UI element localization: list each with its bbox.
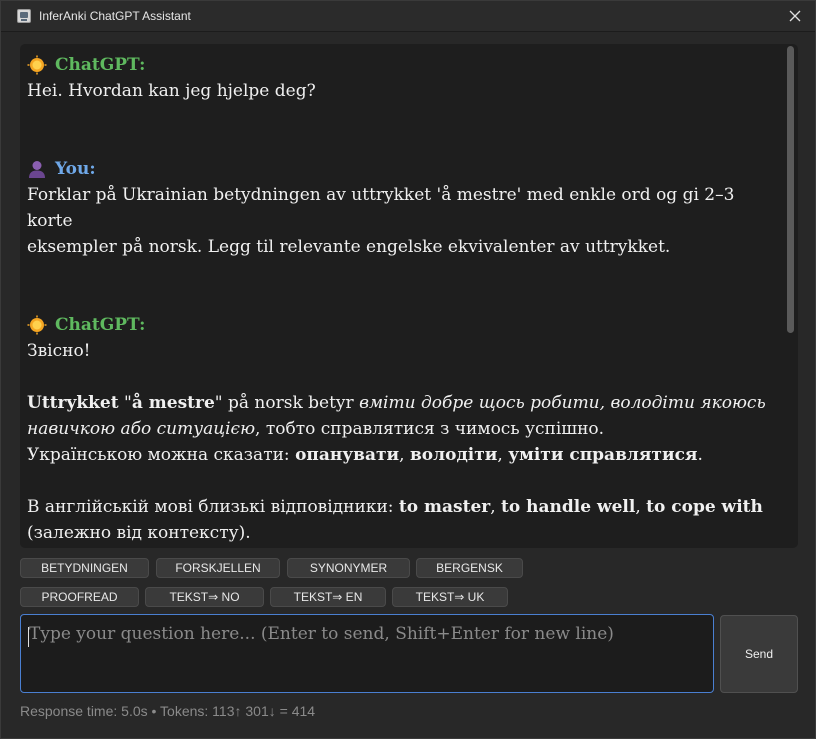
bold-text: Uttrykket [27, 393, 119, 413]
text: , [497, 445, 509, 465]
bold-text: to master [398, 497, 491, 517]
quick-button-betydningen[interactable]: BETYDNINGEN [20, 558, 149, 578]
chat-history[interactable]: ChatGPT: Hei. Hvordan kan jeg hjelpe deg… [20, 44, 798, 548]
bot-reply-intro: Звісно! [27, 341, 91, 361]
bot-name: ChatGPT: [55, 315, 146, 335]
bot-reply-paragraph: Uttrykket "å mestre" på norsk betyr вміт… [27, 390, 777, 416]
bot-reply-paragraph: Українською можна сказати: опанувати, во… [27, 442, 777, 468]
assistant-window: InferAnki ChatGPT Assistant ChatGPT: Hei… [0, 0, 816, 739]
bold-text: to handle well [501, 497, 636, 517]
user-name: You: [55, 159, 96, 179]
bot-sender-label: ChatGPT: [27, 52, 777, 78]
italic-text: навичкою або ситуацією [27, 419, 256, 439]
quick-button-bergensk[interactable]: BERGENSK [416, 558, 523, 578]
quick-button-forskjellen[interactable]: FORSKJELLEN [156, 558, 280, 578]
text: , [635, 497, 647, 517]
question-input[interactable] [21, 615, 713, 692]
window-title: InferAnki ChatGPT Assistant [39, 9, 191, 23]
sun-icon [27, 55, 47, 75]
bold-text: å mestre [131, 393, 215, 413]
chat-scrollbar[interactable] [785, 46, 795, 546]
text: Українською можна сказати: [27, 445, 296, 465]
user-message-line: Forklar på Ukrainian betydningen av uttr… [27, 185, 735, 231]
person-icon [29, 161, 45, 178]
quick-button-proofread[interactable]: PROOFREAD [20, 587, 139, 607]
chat-content: ChatGPT: Hei. Hvordan kan jeg hjelpe deg… [27, 52, 777, 548]
bot-sender-label: ChatGPT: [27, 312, 777, 338]
status-bar: Response time: 5.0s • Tokens: 113↑ 301↓ … [20, 703, 316, 719]
quick-button-tekst-uk[interactable]: TEKST⇒ UK [392, 587, 508, 607]
quick-button-tekst-en[interactable]: TEKST⇒ EN [270, 587, 386, 607]
send-button[interactable]: Send [720, 615, 798, 693]
text: , тобто справлятися з чимось успішно. [255, 419, 605, 439]
bold-text: уміти справлятися [508, 445, 698, 465]
quick-button-tekst-no[interactable]: TEKST⇒ NO [145, 587, 264, 607]
scrollbar-thumb[interactable] [787, 46, 794, 333]
bot-reply-paragraph: В англійській мові близькі відповідники:… [27, 494, 777, 520]
bot-name: ChatGPT: [55, 55, 146, 75]
text: , [399, 445, 410, 465]
question-input-box[interactable] [20, 614, 714, 693]
title-bar: InferAnki ChatGPT Assistant [1, 1, 815, 32]
text: " på norsk betyr [214, 393, 360, 413]
text: В англійській мові близькі відповідники: [27, 497, 399, 517]
text: " [118, 393, 132, 413]
bold-text: володіти [409, 445, 498, 465]
italic-text: вміти добре щось робити, володіти якоюсь [359, 393, 766, 413]
bot-reply-paragraph: (залежно від контексту). [27, 523, 251, 543]
text-caret [28, 627, 29, 647]
bold-text: to cope with [646, 497, 763, 517]
close-icon [789, 10, 801, 22]
bot-message: Hei. Hvordan kan jeg hjelpe deg? [27, 81, 316, 101]
app-icon [17, 9, 31, 23]
bold-text: опанувати [295, 445, 400, 465]
bot-reply-paragraph: навичкою або ситуацією, тобто справлятис… [27, 416, 777, 442]
user-message-line: eksempler på norsk. Legg til relevante e… [27, 237, 671, 257]
user-sender-label: You: [27, 156, 777, 182]
text: , [490, 497, 502, 517]
text: . [697, 445, 703, 465]
quick-button-synonymer[interactable]: SYNONYMER [287, 558, 410, 578]
sun-icon [27, 315, 47, 335]
close-button[interactable] [783, 5, 807, 27]
